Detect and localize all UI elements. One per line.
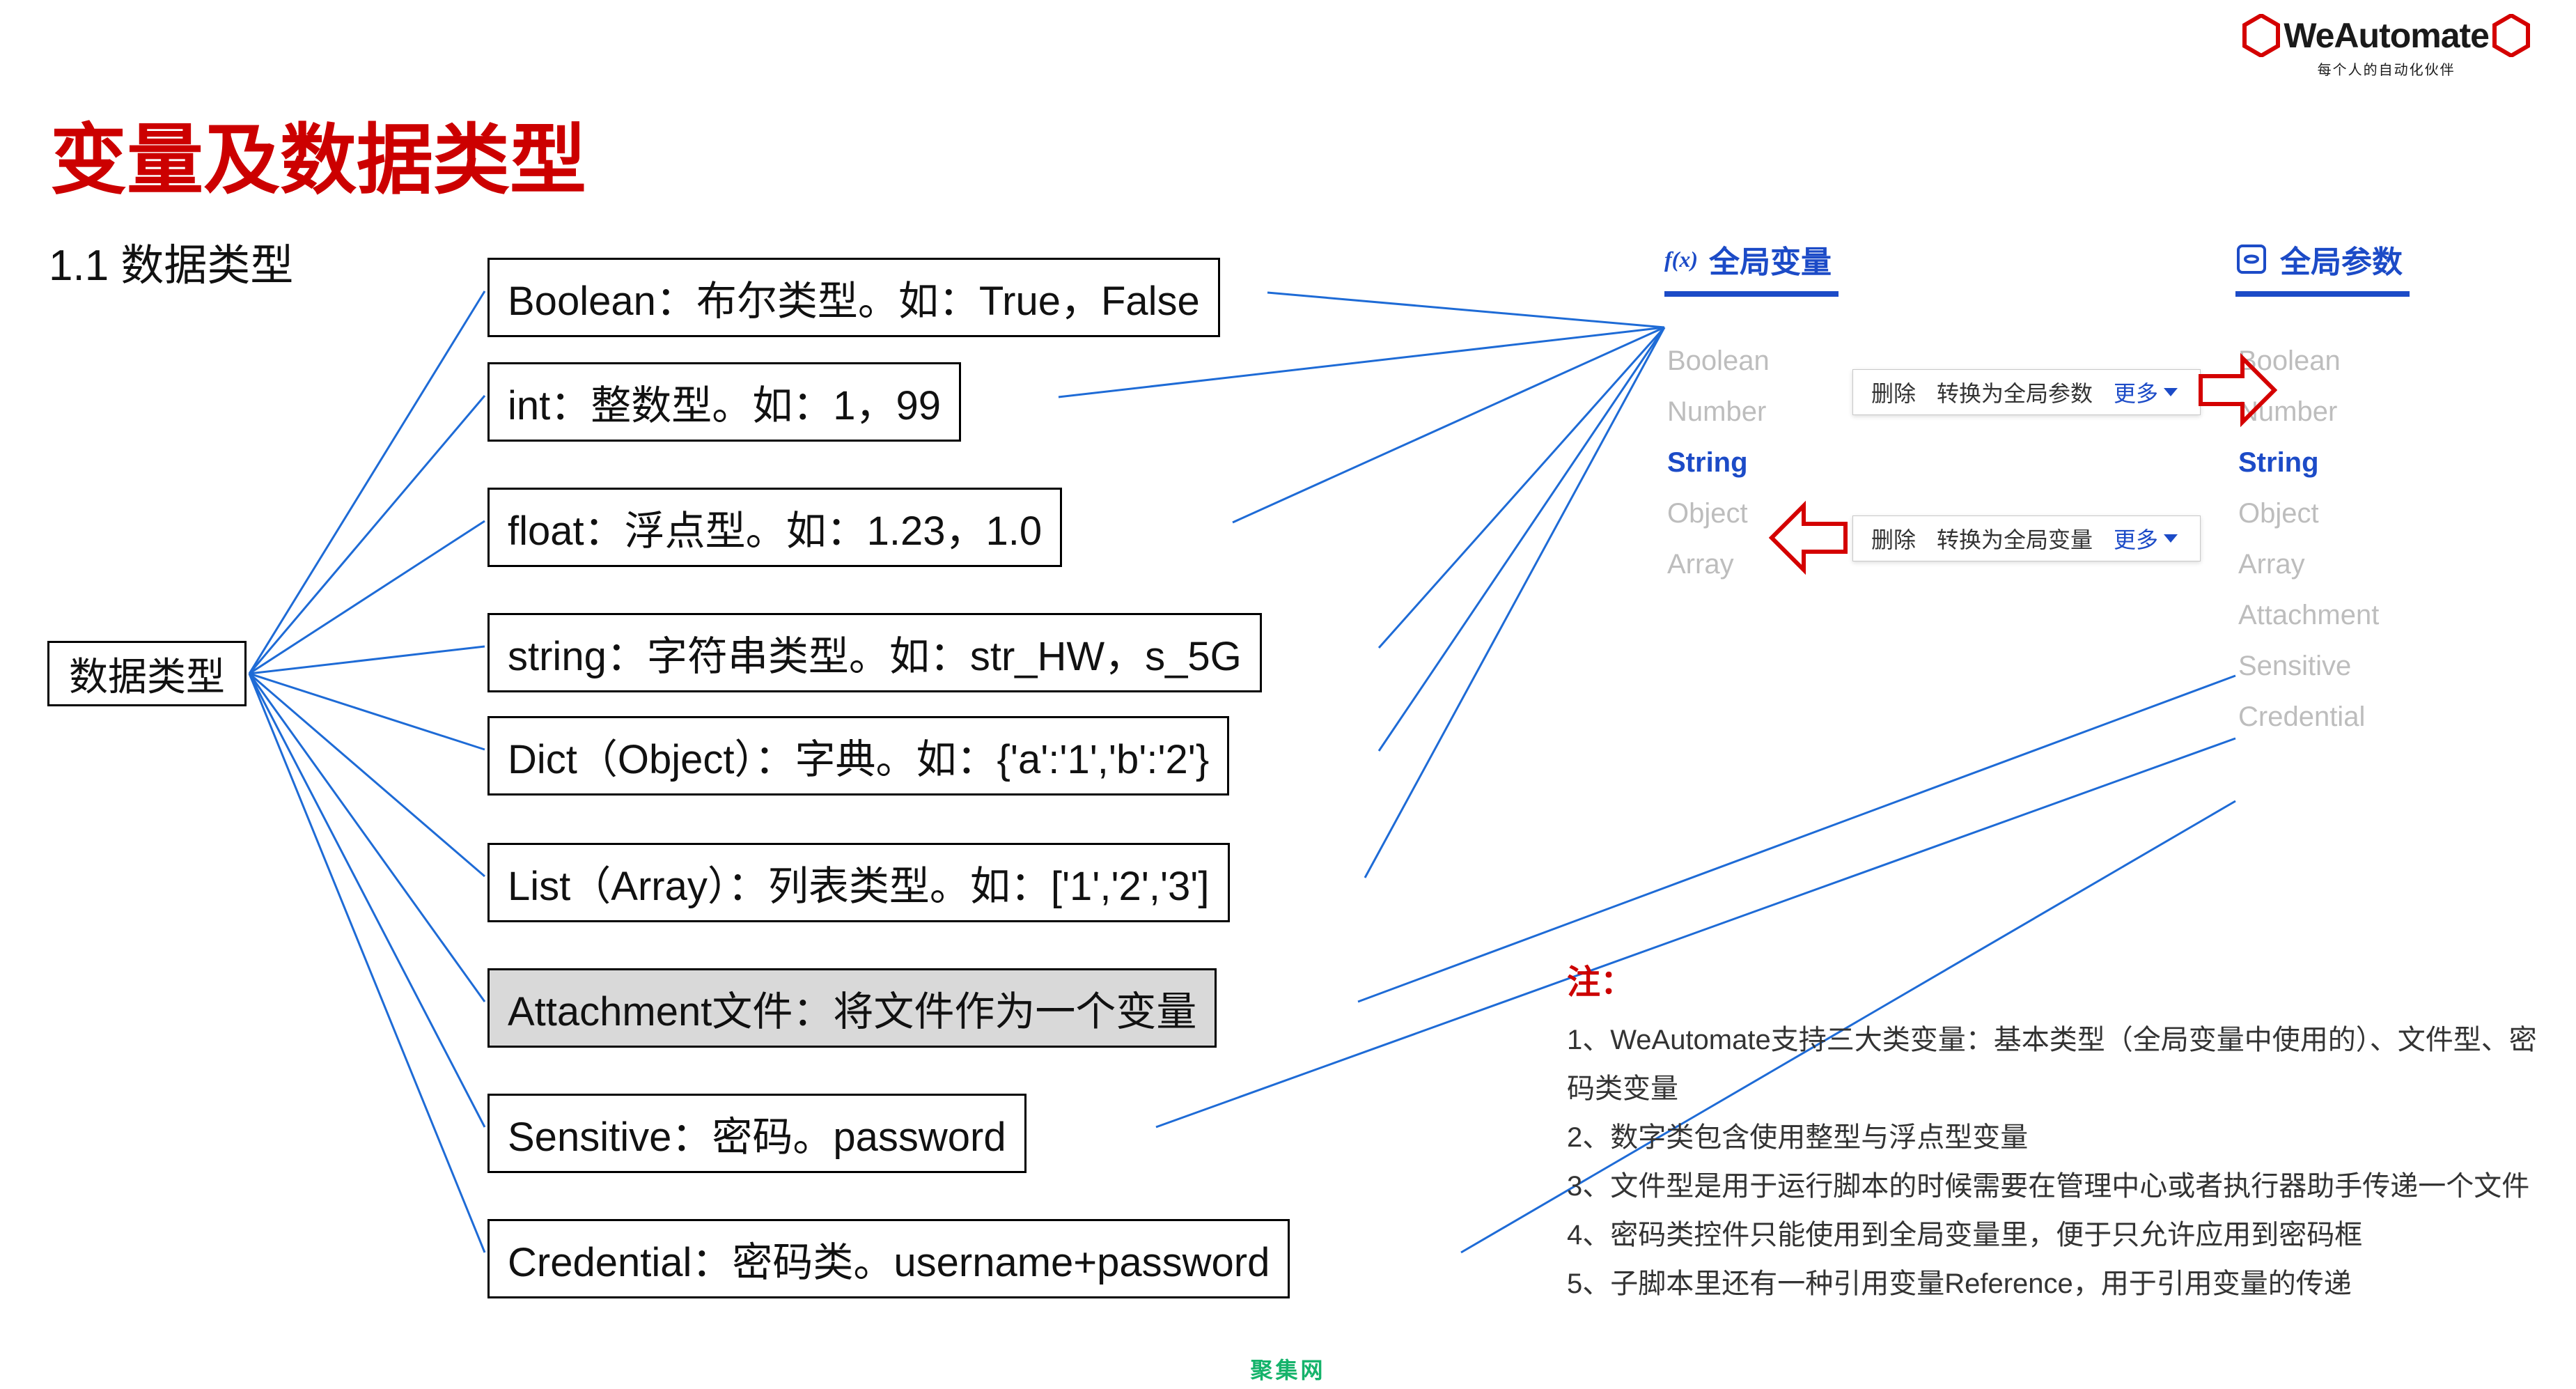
action-more-label: 更多 — [2114, 376, 2158, 408]
var-item-string[interactable]: String — [1664, 437, 2194, 488]
logo: WeAutomate 每个人的自动化伙伴 — [2242, 14, 2531, 79]
vars-action-menu[interactable]: 删除 转换为全局参数 更多 — [1852, 369, 2201, 415]
param-item-array[interactable]: Array — [2235, 539, 2576, 590]
action-convert[interactable]: 转换为全局参数 — [1937, 376, 2093, 408]
panel-title-text: 全局参数 — [2280, 237, 2403, 281]
hexagon-icon — [2242, 14, 2281, 57]
watermark: 聚集网 — [1250, 1353, 1325, 1385]
type-credential: Credential：密码类。username+password — [487, 1219, 1290, 1298]
action-more-label: 更多 — [2114, 522, 2158, 554]
panel-underline — [2235, 291, 2410, 297]
param-item-object[interactable]: Object — [2235, 488, 2576, 539]
note-3: 3、文件型是用于运行脚本的时候需要在管理中心或者执行器助手传递一个文件 — [1567, 1162, 2556, 1211]
root-node: 数据类型 — [47, 641, 247, 706]
caret-down-icon — [2164, 388, 2178, 396]
note-2: 2、数字类包含使用整型与浮点型变量 — [1567, 1113, 2556, 1162]
note-1: 1、WeAutomate支持三大类变量：基本类型（全局变量中使用的）、文件型、密… — [1567, 1016, 2556, 1113]
param-item-number[interactable]: Number — [2235, 387, 2576, 437]
panel-underline — [1664, 291, 1839, 297]
page-title: 变量及数据类型 — [50, 98, 586, 209]
panel-title-text: 全局变量 — [1709, 237, 1832, 281]
type-list: List（Array）：列表类型。如：['1','2','3'] — [487, 843, 1230, 922]
panel-global-params: 全局参数 Boolean Number String Object Array … — [2235, 237, 2576, 743]
notes-heading: 注： — [1567, 954, 2556, 1003]
action-delete[interactable]: 删除 — [1871, 522, 1916, 554]
param-item-string[interactable]: String — [2235, 437, 2576, 488]
svg-text:f(x): f(x) — [1664, 247, 1696, 272]
hexagon-icon — [2492, 14, 2531, 57]
caret-down-icon — [2164, 534, 2178, 543]
arrow-left-icon — [1769, 496, 1852, 580]
params-action-menu[interactable]: 删除 转换为全局变量 更多 — [1852, 515, 2201, 561]
arrow-right-icon — [2194, 348, 2277, 432]
param-item-attachment[interactable]: Attachment — [2235, 590, 2576, 641]
param-item-boolean[interactable]: Boolean — [2235, 336, 2576, 387]
logo-subtitle: 每个人的自动化伙伴 — [2318, 59, 2456, 79]
note-5: 5、子脚本里还有一种引用变量Reference，用于引用变量的传递 — [1567, 1259, 2556, 1308]
param-icon — [2235, 243, 2267, 275]
type-string: string：字符串类型。如：str_HW，s_5G — [487, 613, 1262, 692]
logo-text: WeAutomate — [2284, 15, 2489, 56]
panel-title-global-vars[interactable]: f(x) 全局变量 — [1664, 237, 2194, 281]
note-4: 4、密码类控件只能使用到全局变量里，便于只允许应用到密码框 — [1567, 1211, 2556, 1259]
type-sensitive: Sensitive：密码。password — [487, 1094, 1027, 1173]
type-attachment: Attachment文件：将文件作为一个变量 — [487, 968, 1217, 1048]
global-params-list: Boolean Number String Object Array Attac… — [2235, 336, 2576, 743]
param-item-sensitive[interactable]: Sensitive — [2235, 641, 2576, 692]
type-boolean: Boolean：布尔类型。如：True，False — [487, 258, 1220, 337]
action-more[interactable]: 更多 — [2114, 376, 2178, 408]
panel-title-global-params[interactable]: 全局参数 — [2235, 237, 2576, 281]
type-dict: Dict（Object）：字典。如：{'a':'1','b':'2'} — [487, 716, 1229, 796]
param-item-credential[interactable]: Credential — [2235, 692, 2576, 743]
type-float: float：浮点型。如：1.23，1.0 — [487, 488, 1062, 567]
action-delete[interactable]: 删除 — [1871, 376, 1916, 408]
fx-icon: f(x) — [1664, 243, 1696, 275]
notes: 注： 1、WeAutomate支持三大类变量：基本类型（全局变量中使用的）、文件… — [1567, 954, 2556, 1308]
action-convert[interactable]: 转换为全局变量 — [1937, 522, 2093, 554]
type-int: int：整数型。如：1，99 — [487, 362, 961, 442]
section-number: 1.1 数据类型 — [49, 230, 293, 293]
action-more[interactable]: 更多 — [2114, 522, 2178, 554]
